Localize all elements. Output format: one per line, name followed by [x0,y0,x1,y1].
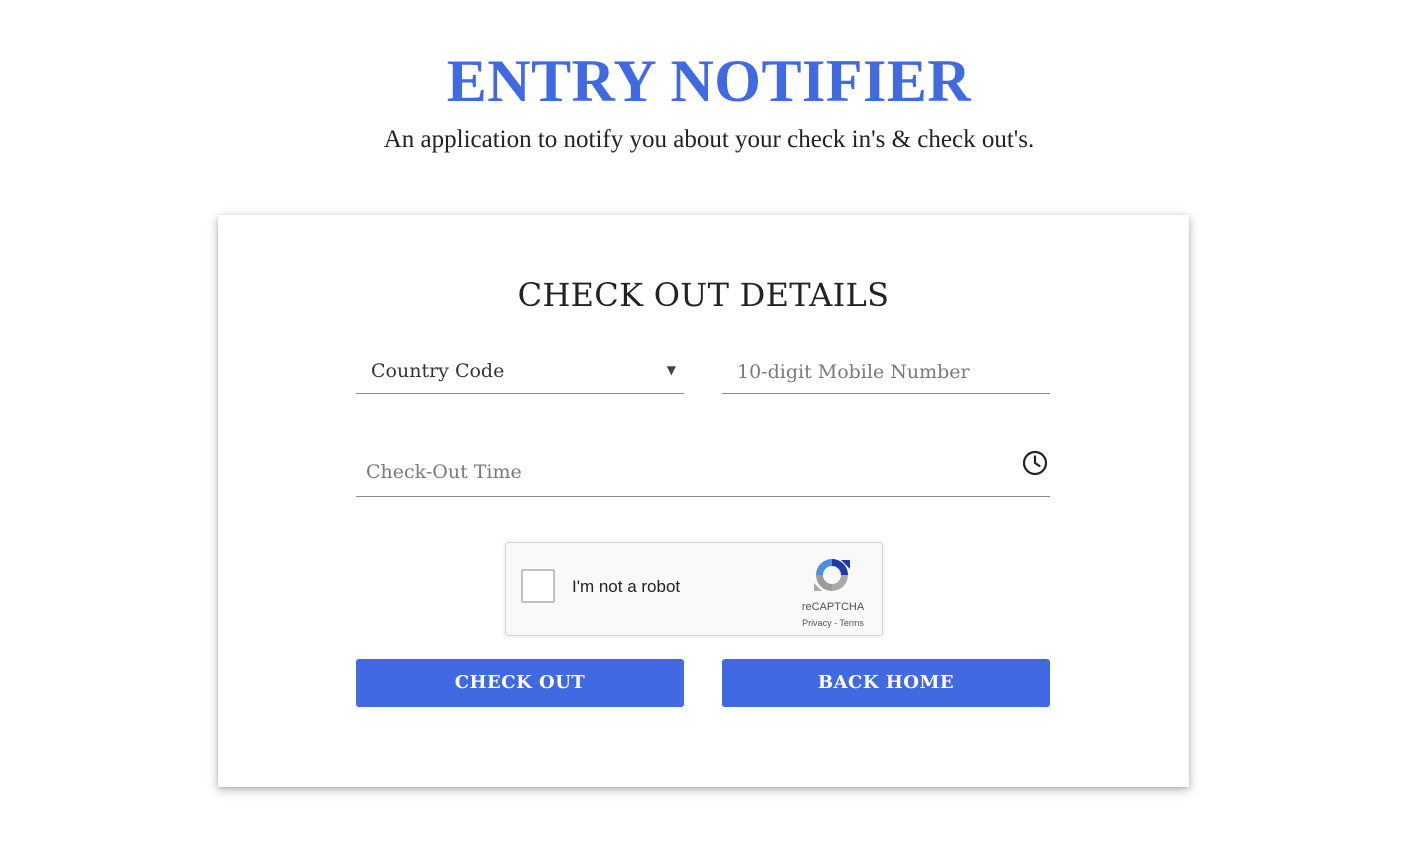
privacy-link[interactable]: Privacy [802,618,832,628]
checkout-time-input[interactable] [366,458,1006,486]
mobile-number-field [722,352,1050,394]
country-code-value: Country Code [371,360,505,382]
chevron-down-icon: ▼ [666,363,676,377]
clock-icon[interactable] [1021,449,1049,477]
recaptcha-links: Privacy - Terms [774,617,892,629]
mobile-number-input[interactable] [737,358,1037,386]
app-subtitle: An application to notify you about your … [383,126,1035,153]
check-out-button[interactable]: CHECK OUT [356,659,684,707]
checkout-card: CHECK OUT DETAILS Country Code ▼ I'm not… [218,215,1189,787]
recaptcha-checkbox[interactable] [521,569,555,603]
recaptcha-brand: reCAPTCHA [801,601,865,613]
recaptcha-widget: I'm not a robot reCAPTCHA Privacy - Term… [505,542,883,636]
form-title: CHECK OUT DETAILS [517,276,890,314]
app-title: ENTRY NOTIFIER [446,48,972,114]
recaptcha-label: I'm not a robot [572,577,681,596]
country-code-select[interactable]: Country Code ▼ [356,352,684,394]
terms-link[interactable]: Terms [839,618,864,628]
recaptcha-logo-icon [812,555,852,595]
checkout-time-field [356,447,1050,497]
back-home-button[interactable]: BACK HOME [722,659,1050,707]
